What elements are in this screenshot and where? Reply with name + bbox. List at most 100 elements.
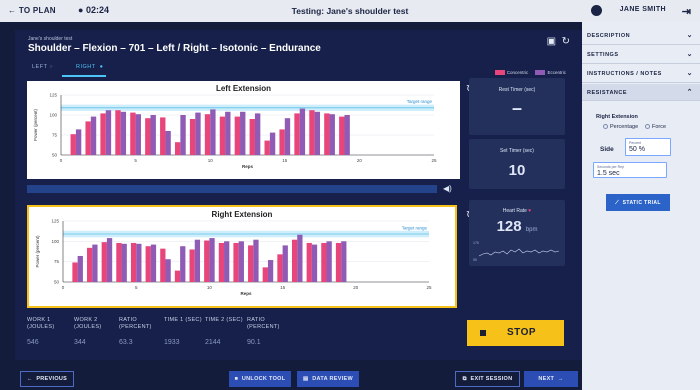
accordion-resistance[interactable]: RESISTANCE ⌃ bbox=[582, 84, 700, 101]
seconds-per-rep-field[interactable]: Seconds per Rep 1.5 sec bbox=[593, 162, 667, 178]
side-label: Side bbox=[600, 146, 614, 153]
stat-0: WORK 1 (JOULES) 546 bbox=[27, 317, 69, 346]
bar-concentric bbox=[160, 117, 166, 155]
bar-concentric bbox=[248, 245, 254, 282]
dot-icon: ● bbox=[99, 64, 104, 70]
document-icon: ▤ bbox=[303, 376, 309, 382]
bar-eccentric bbox=[254, 113, 261, 155]
bar-eccentric bbox=[326, 241, 332, 282]
rest-timer-panel: Rest Timer (sec) – bbox=[469, 78, 565, 135]
bar-concentric bbox=[306, 242, 312, 282]
chevron-down-icon: ⌄ bbox=[686, 32, 693, 39]
tab-left[interactable]: LEFT ○ bbox=[32, 64, 53, 70]
y-tick-label: 75 bbox=[54, 259, 60, 264]
percent-field-label: Percent bbox=[629, 141, 642, 145]
y-tick-label: 75 bbox=[52, 133, 58, 138]
circle-icon: ○ bbox=[49, 64, 54, 70]
stat-value: 63.3 bbox=[119, 339, 133, 346]
arrow-right-icon: → bbox=[557, 376, 564, 382]
x-axis-label: Reps bbox=[242, 164, 254, 169]
percentage-label: Percentage bbox=[610, 124, 639, 130]
unlock-tool-button[interactable]: ■ UNLOCK TOOL bbox=[229, 371, 291, 387]
print-icon[interactable]: ▣ bbox=[547, 36, 556, 47]
bar-concentric bbox=[85, 121, 91, 155]
bar-concentric bbox=[291, 239, 298, 282]
top-bar: ← TO PLAN ● 02:24 Testing: Jane's should… bbox=[0, 0, 700, 22]
accordion-instructions-notes[interactable]: INSTRUCTIONS / NOTES ⌄ bbox=[582, 65, 700, 83]
user-icon bbox=[591, 5, 602, 16]
y-tick-label: 50 bbox=[52, 153, 58, 158]
chart-legend: Concentric Eccentric bbox=[489, 70, 566, 76]
bar-eccentric bbox=[180, 246, 186, 282]
rest-timer-value: – bbox=[511, 98, 522, 118]
stat-value: 344 bbox=[74, 339, 86, 346]
accordion-label: DESCRIPTION bbox=[587, 33, 631, 39]
x-axis-label: Reps bbox=[240, 291, 252, 296]
force-radio[interactable]: Force bbox=[645, 124, 666, 130]
bar-concentric bbox=[145, 246, 151, 282]
tab-right[interactable]: RIGHT ● bbox=[76, 64, 103, 70]
reload-icon[interactable]: ↻ bbox=[562, 36, 570, 47]
bar-concentric bbox=[204, 240, 210, 282]
bar-concentric bbox=[219, 116, 226, 155]
percentage-radio[interactable]: Percentage bbox=[603, 124, 639, 130]
bar-concentric bbox=[100, 113, 106, 155]
percent-field-value: 50 % bbox=[629, 146, 645, 153]
exit-icon: ⧉ bbox=[462, 375, 467, 382]
arrow-left-icon: ← bbox=[26, 376, 33, 382]
concentric-swatch bbox=[494, 70, 505, 76]
stat-value: 1933 bbox=[164, 339, 180, 346]
stat-label: TIME 2 (SEC) bbox=[205, 317, 243, 323]
radio-icon bbox=[645, 124, 650, 129]
heart-rate-line bbox=[478, 248, 560, 257]
rest-timer-label: Rest Timer (sec) bbox=[498, 87, 536, 93]
stat-value: 546 bbox=[27, 339, 39, 346]
accordion-description[interactable]: DESCRIPTION ⌄ bbox=[582, 27, 700, 45]
speaker-icon[interactable]: ◀) bbox=[443, 184, 452, 193]
y-axis-label: Power (percent) bbox=[33, 108, 38, 141]
stat-label: WORK 2 (JOULES) bbox=[74, 317, 102, 330]
bar-concentric bbox=[218, 242, 225, 282]
user-name[interactable]: JANE SMITH bbox=[620, 6, 666, 13]
bar-concentric bbox=[174, 142, 181, 155]
accordion-label: INSTRUCTIONS / NOTES bbox=[587, 71, 662, 77]
stat-value: 90.1 bbox=[247, 339, 261, 346]
x-tick-label: 0 bbox=[60, 158, 63, 163]
bar-eccentric bbox=[92, 244, 98, 282]
bar-eccentric bbox=[136, 243, 142, 282]
bar-eccentric bbox=[311, 244, 318, 282]
next-button[interactable]: NEXT → bbox=[524, 371, 578, 387]
bar-eccentric bbox=[329, 114, 335, 155]
playback-bar[interactable] bbox=[27, 185, 437, 193]
x-tick-label: 20 bbox=[357, 158, 363, 163]
bar-eccentric bbox=[297, 234, 303, 282]
percent-field[interactable]: Percent 50 % bbox=[625, 138, 671, 156]
radio-icon bbox=[603, 124, 608, 129]
header-actions: ▣ ↻ bbox=[547, 36, 570, 47]
logout-icon[interactable]: ⇥ bbox=[682, 5, 691, 18]
y-tick-label: 125 bbox=[49, 93, 57, 98]
bar-concentric bbox=[234, 116, 241, 155]
bar-concentric bbox=[189, 119, 196, 155]
stat-5: RATIO (PERCENT) 90.1 bbox=[247, 317, 289, 346]
stop-icon bbox=[480, 330, 486, 336]
static-trial-button[interactable]: ⟋ STATIC TRIAL bbox=[606, 194, 670, 211]
bar-eccentric bbox=[180, 115, 186, 155]
bar-eccentric bbox=[238, 241, 244, 282]
exit-session-button[interactable]: ⧉ EXIT SESSION bbox=[455, 371, 520, 387]
bar-concentric bbox=[335, 242, 342, 282]
seconds-field-label: Seconds per Rep bbox=[597, 165, 625, 169]
next-label: NEXT bbox=[538, 376, 555, 382]
stop-button[interactable]: STOP bbox=[467, 320, 564, 346]
bar-eccentric bbox=[341, 241, 347, 282]
bar-eccentric bbox=[225, 111, 231, 155]
accordion-settings[interactable]: SETTINGS ⌄ bbox=[582, 46, 700, 64]
previous-button[interactable]: ← PREVIOUS bbox=[20, 371, 74, 387]
data-review-button[interactable]: ▤ DATA REVIEW bbox=[297, 371, 359, 387]
x-tick-label: 5 bbox=[134, 158, 137, 163]
sidebar: DESCRIPTION ⌄ SETTINGS ⌄ INSTRUCTIONS / NO… bbox=[582, 22, 700, 390]
legend-concentric: Concentric bbox=[506, 70, 529, 75]
y-axis-label: Power (percent) bbox=[35, 235, 40, 268]
bar-concentric bbox=[70, 134, 76, 155]
bar-eccentric bbox=[105, 110, 112, 155]
